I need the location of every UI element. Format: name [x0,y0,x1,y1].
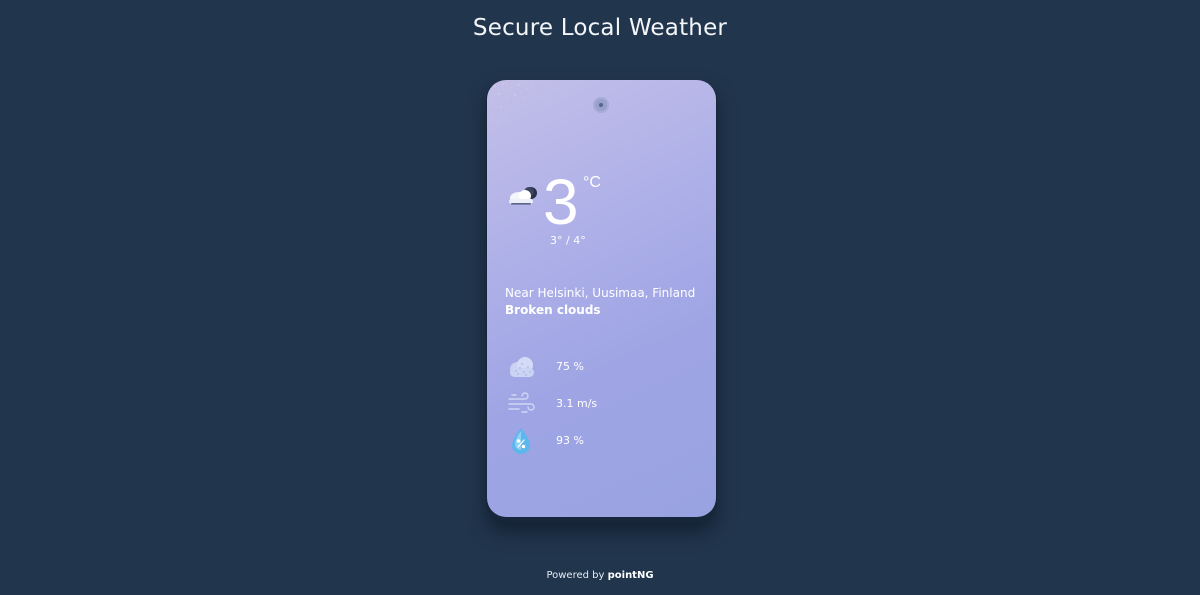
temperature-range: 3° / 4° [550,234,586,247]
humidity-row: 93 % [507,427,697,455]
page-title: Secure Local Weather [472,15,728,41]
cloudiness-row: 75 % [507,353,697,381]
cloud-moon-icon [509,187,537,205]
sparkle-decoration [490,83,534,131]
footer-brand-link[interactable]: pointNG [608,570,654,581]
footer-prefix: Powered by [546,570,605,581]
wind-value: 3.1 m/s [556,397,598,410]
condition-label: Broken clouds [505,303,601,317]
camera-notch [593,97,609,113]
footer: Powered by pointNG [0,570,1200,581]
cloudiness-value: 75 % [556,360,584,373]
humidity-drop-icon [512,428,530,454]
humidity-value: 93 % [556,434,584,447]
weather-card: 3 °C 3° / 4° Near Helsinki, Uusimaa, Fin… [487,80,716,517]
camera-lens [599,103,603,107]
cloud-icon [510,357,534,377]
location-label: Near Helsinki, Uusimaa, Finland [505,286,696,300]
page: Secure Local Weather 3 °C 3° / 4° Near H… [0,0,1200,595]
wind-icon [508,392,535,413]
wind-row: 3.1 m/s [507,390,697,418]
temperature-unit: °C [583,174,601,191]
phone-frame: 3 °C 3° / 4° Near Helsinki, Uusimaa, Fin… [486,80,717,522]
temperature-value: 3 [543,166,579,238]
